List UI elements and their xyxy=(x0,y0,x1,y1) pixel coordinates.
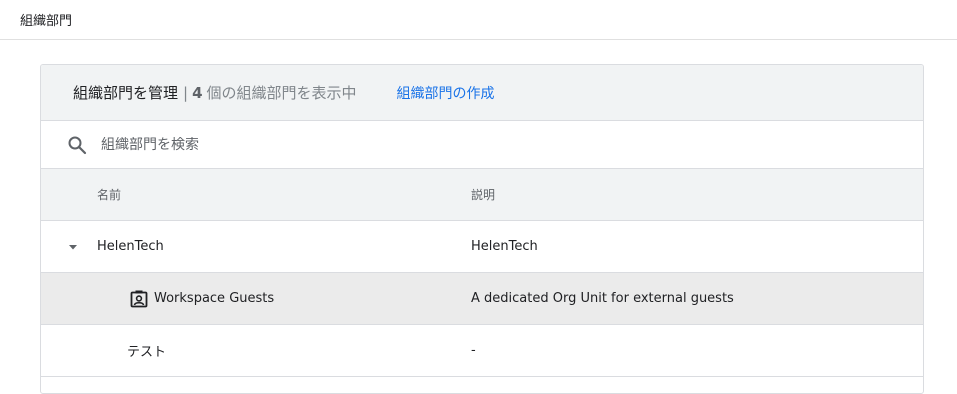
org-unit-description: HelenTech xyxy=(471,239,538,254)
org-unit-name[interactable]: HelenTech xyxy=(97,239,164,254)
column-header-name[interactable]: 名前 xyxy=(97,186,121,203)
org-unit-description: A dedicated Org Unit for external guests xyxy=(471,291,734,306)
org-unit-count-label: 個の組織部門を表示中 xyxy=(206,84,357,102)
table-row[interactable]: Workspace Guests A dedicated Org Unit fo… xyxy=(41,273,923,325)
table-row[interactable]: HelenTech HelenTech xyxy=(41,221,923,273)
org-unit-count: 4 xyxy=(192,83,203,102)
search-icon[interactable] xyxy=(67,135,87,155)
card-header: 組織部門を管理 | 4 個の組織部門を表示中 組織部門の作成 xyxy=(41,65,923,121)
page-title: 組織部門 xyxy=(20,14,73,29)
search-bar xyxy=(41,121,923,169)
table-row[interactable]: テスト - xyxy=(41,325,923,377)
card-title: 組織部門を管理 xyxy=(73,84,179,102)
top-bar: 組織部門 xyxy=(0,0,957,40)
org-unit-name-cell[interactable]: Workspace Guests xyxy=(130,290,274,308)
header-separator: | xyxy=(183,83,189,102)
create-org-unit-link[interactable]: 組織部門の作成 xyxy=(397,83,495,103)
org-unit-description: - xyxy=(471,343,476,358)
guest-org-icon xyxy=(130,290,148,308)
collapse-caret-icon[interactable] xyxy=(68,242,78,252)
org-unit-name: Workspace Guests xyxy=(154,291,275,306)
table-header: 名前 説明 xyxy=(41,169,923,221)
org-unit-name[interactable]: テスト xyxy=(127,341,166,360)
column-header-description: 説明 xyxy=(471,188,496,202)
org-units-card: 組織部門を管理 | 4 個の組織部門を表示中 組織部門の作成 名前 説明 Hel… xyxy=(40,64,924,394)
search-input[interactable] xyxy=(101,136,701,153)
